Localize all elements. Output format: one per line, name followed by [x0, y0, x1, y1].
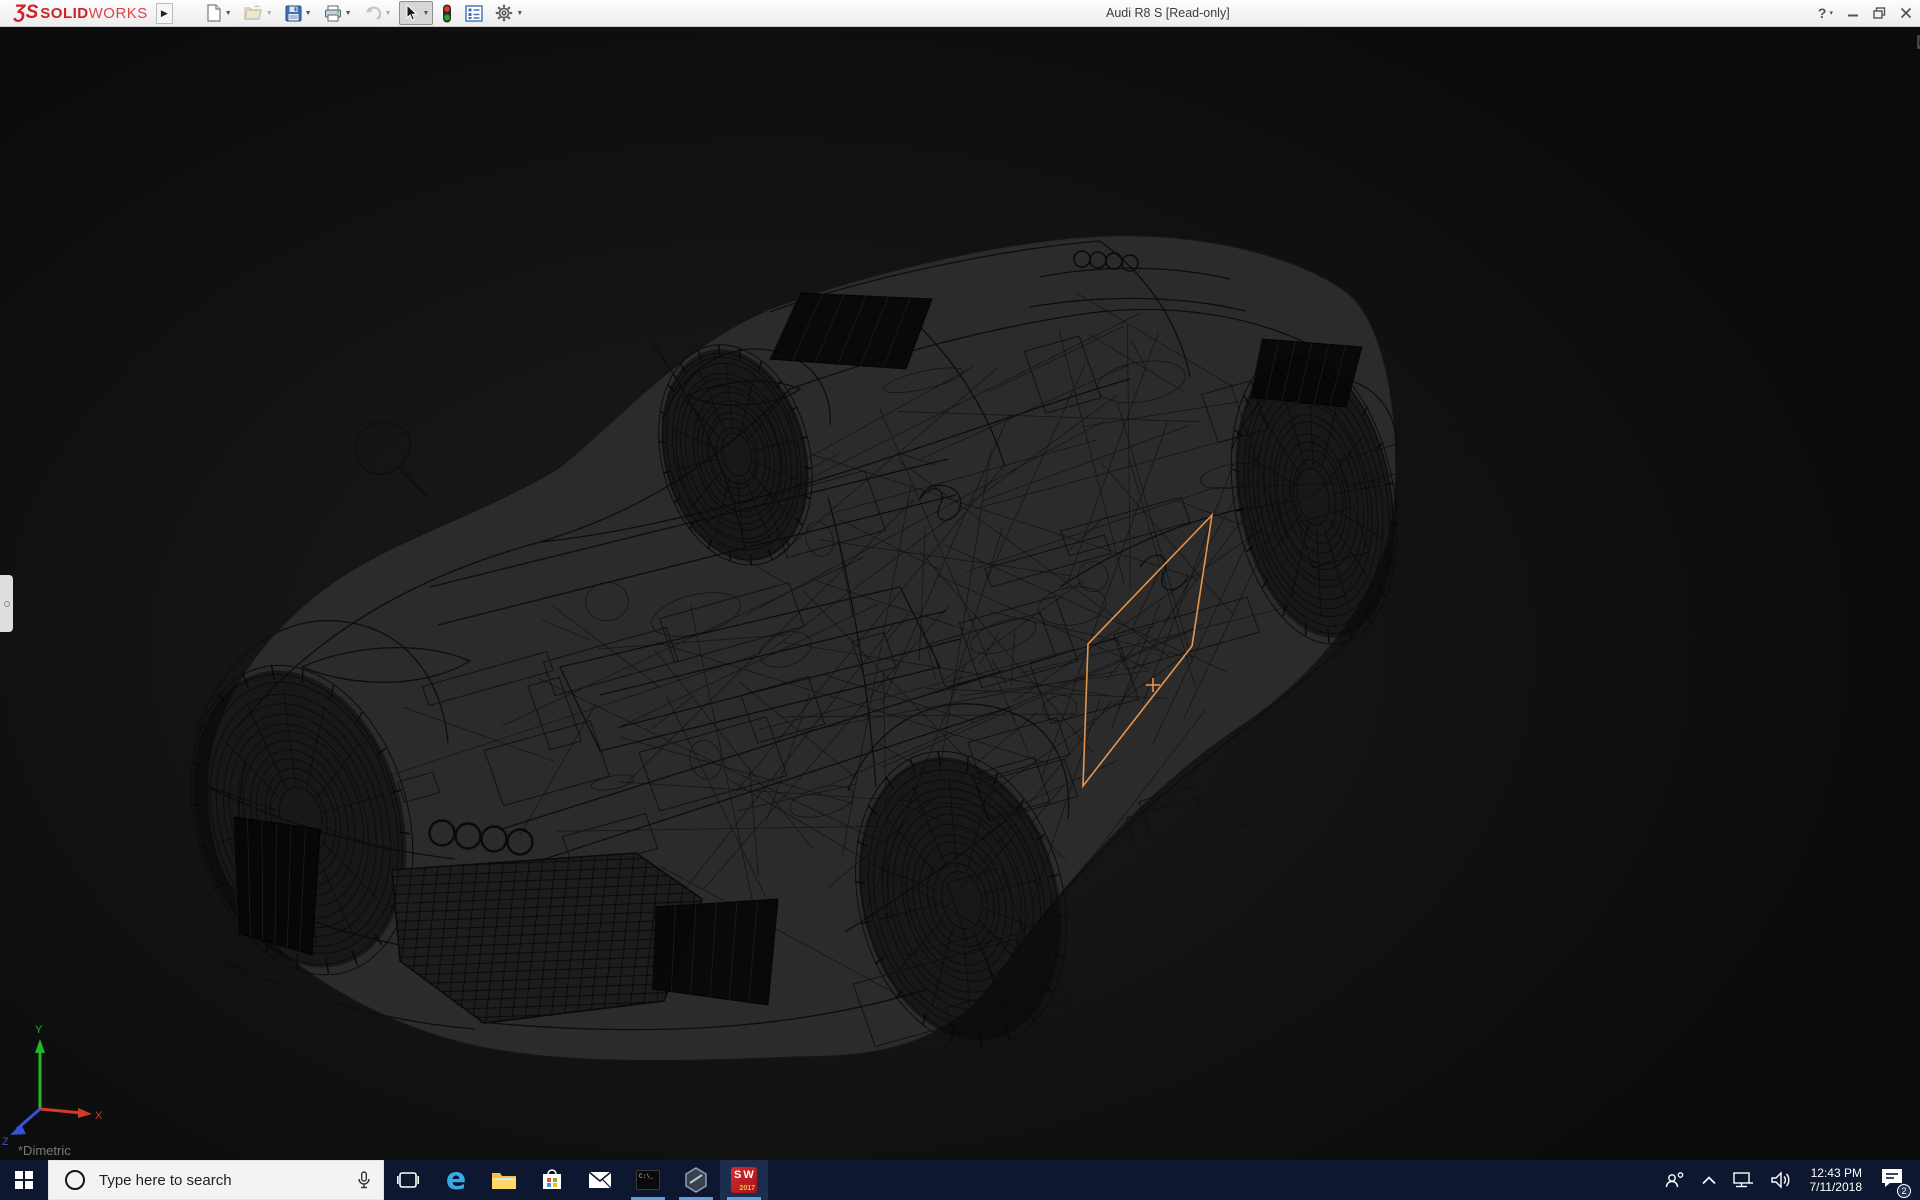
close-button[interactable]: [1900, 7, 1912, 19]
task-view-icon: [397, 1171, 419, 1189]
solidworks-logo: ƷS SOLID WORKS: [14, 2, 148, 24]
titlebar: ƷS SOLID WORKS ▶ ▼ ▼: [0, 0, 1920, 27]
taskbar: e C:\_ SW: [0, 1160, 1920, 1200]
taskbar-search[interactable]: [48, 1160, 384, 1200]
system-tray: 12:43 PM 7/11/2018 2: [1656, 1160, 1920, 1200]
undo-arrow-icon: [364, 5, 382, 21]
caret-down-icon[interactable]: ▼: [422, 10, 429, 17]
taskbar-item-edge[interactable]: e: [432, 1160, 480, 1200]
restore-icon: [1873, 7, 1886, 19]
taskbar-item-file-explorer[interactable]: [480, 1160, 528, 1200]
file-explorer-icon: [491, 1170, 517, 1191]
svg-text:Z: Z: [2, 1136, 9, 1148]
caret-down-icon[interactable]: ▼: [345, 10, 352, 17]
flyout-arrow-icon: ▶: [161, 8, 168, 19]
display-settings-button[interactable]: [461, 1, 487, 25]
select-button[interactable]: ▼: [399, 1, 433, 25]
caret-down-icon[interactable]: ▼: [225, 10, 232, 17]
volume-icon[interactable]: [1770, 1171, 1792, 1189]
open-button[interactable]: ▼: [240, 1, 277, 25]
view-orientation-label: *Dimetric: [18, 1143, 71, 1158]
notification-badge: 2: [1897, 1184, 1911, 1198]
mail-icon: [588, 1171, 612, 1189]
svg-text:X: X: [95, 1110, 103, 1122]
search-input[interactable]: [99, 1172, 357, 1189]
network-icon[interactable]: [1732, 1171, 1754, 1189]
document-title: Audi R8 S [Read-only]: [1106, 6, 1230, 20]
tray-date: 7/11/2018: [1810, 1180, 1863, 1194]
taskbar-item-mail[interactable]: [576, 1160, 624, 1200]
graphics-area[interactable]: Y X Z *Dimetric: [0, 27, 1920, 1160]
windows-logo-icon: [15, 1171, 33, 1189]
task-view-button[interactable]: [384, 1160, 432, 1200]
tray-clock[interactable]: 12:43 PM 7/11/2018: [1810, 1166, 1863, 1194]
caret-down-icon[interactable]: ▼: [305, 10, 312, 17]
people-icon[interactable]: [1664, 1171, 1686, 1189]
new-document-button[interactable]: ▼: [201, 1, 236, 25]
taskbar-item-store[interactable]: [528, 1160, 576, 1200]
rebuild-lights-button[interactable]: [437, 1, 457, 25]
main-toolbar: ▼ ▼ ▼ ▼: [201, 1, 532, 25]
minimize-icon: [1847, 7, 1859, 19]
hidden-icons-chevron[interactable]: [1702, 1176, 1716, 1185]
model-wireframe-canvas[interactable]: Y X Z: [0, 27, 1920, 1160]
collapsed-panel-tab[interactable]: [0, 575, 13, 632]
save-button[interactable]: ▼: [281, 1, 316, 25]
svg-text:Y: Y: [35, 1024, 43, 1036]
save-floppy-icon: [285, 5, 302, 22]
cortana-icon: [65, 1170, 85, 1190]
taskbar-item-hexagon-app[interactable]: [672, 1160, 720, 1200]
caret-down-icon: ▾: [1829, 9, 1833, 17]
caret-down-icon[interactable]: ▼: [385, 10, 392, 17]
window-controls: ? ▾: [1804, 0, 1912, 26]
menu-flyout-button[interactable]: ▶: [156, 3, 173, 24]
new-document-icon: [205, 4, 222, 22]
caret-down-icon[interactable]: ▼: [266, 10, 273, 17]
caret-down-icon[interactable]: ▼: [516, 10, 523, 17]
hexagon-app-icon: [684, 1167, 708, 1193]
minimize-button[interactable]: [1847, 7, 1859, 19]
solidworks-logo-glyph: ƷS: [14, 2, 38, 24]
taskbar-item-command-prompt[interactable]: C:\_: [624, 1160, 672, 1200]
solidworks-2017-icon: SW 2017: [731, 1167, 757, 1193]
tray-time: 12:43 PM: [1810, 1166, 1863, 1180]
traffic-light-icon: [441, 4, 453, 23]
undo-button[interactable]: ▼: [360, 1, 396, 25]
action-center-button[interactable]: 2: [1880, 1167, 1904, 1194]
help-button[interactable]: ? ▾: [1818, 5, 1833, 21]
taskbar-item-solidworks[interactable]: SW 2017: [720, 1160, 768, 1200]
command-prompt-icon: C:\_: [636, 1170, 660, 1190]
select-cursor-icon: [403, 4, 419, 22]
close-icon: [1900, 7, 1912, 19]
open-folder-icon: [244, 5, 263, 21]
printer-icon: [324, 5, 342, 22]
orientation-triad: Y X Z: [2, 1024, 103, 1148]
list-panel-icon: [465, 5, 483, 22]
microphone-icon[interactable]: [357, 1171, 371, 1189]
options-button[interactable]: ▼: [491, 1, 527, 25]
edge-icon: e: [446, 1165, 466, 1195]
start-button[interactable]: [0, 1160, 48, 1200]
gear-icon: [495, 4, 513, 22]
store-icon: [541, 1169, 563, 1191]
restore-button[interactable]: [1873, 7, 1886, 19]
panel-tab-dot-icon: [4, 601, 10, 607]
print-button[interactable]: ▼: [320, 1, 356, 25]
